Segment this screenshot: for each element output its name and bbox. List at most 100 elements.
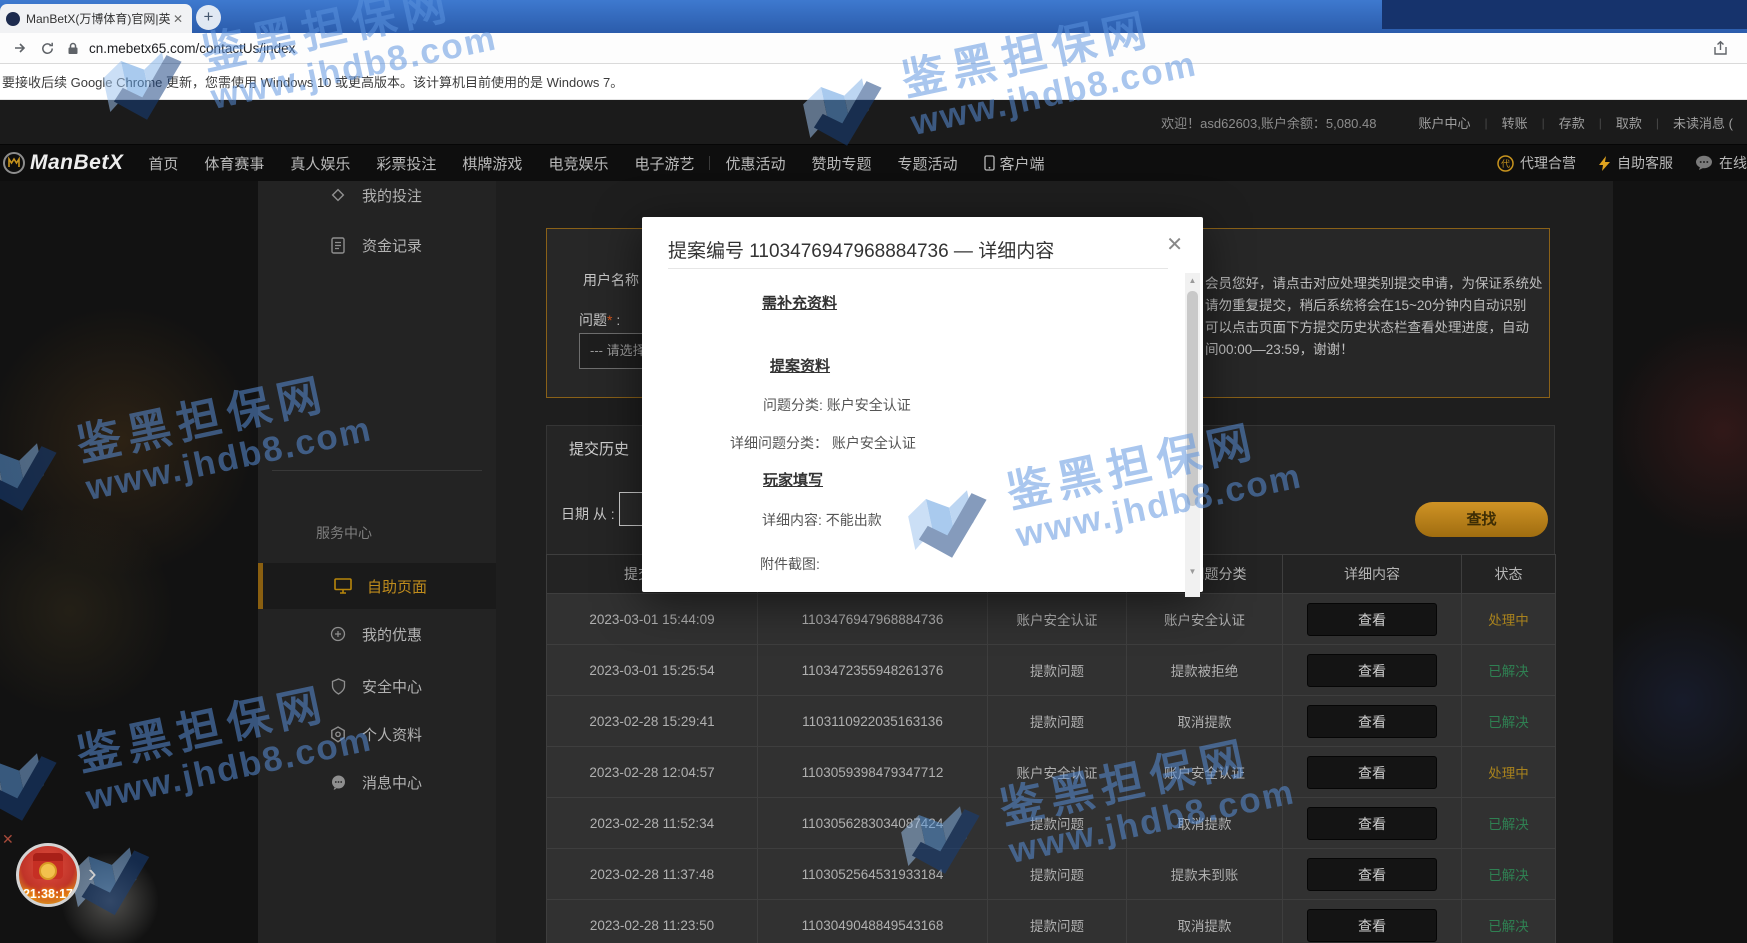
status-badge: 已解决 [1488,817,1529,832]
sidebar-item-label: 消息中心 [362,772,422,793]
promo-close-icon[interactable]: ✕ [2,831,14,848]
search-button[interactable]: 查找 [1415,502,1548,537]
red-envelope-promo-badge[interactable]: 21:38:17 [16,843,80,907]
nav-item[interactable]: 彩票投注 [363,153,449,174]
agent-icon: 代 [1497,155,1514,172]
nav-item[interactable]: 电竞娱乐 [535,153,621,174]
nav-item[interactable]: 首页 [135,153,191,174]
share-export-icon[interactable] [1712,40,1729,62]
nav-divider [709,156,710,170]
view-button[interactable]: 查看 [1307,705,1437,738]
sidebar-item-个人资料[interactable]: 个人资料 [258,711,496,757]
nav-item[interactable]: 专题活动 [885,153,971,174]
username-label: 用户名称 : [583,270,647,290]
nav-right-item[interactable]: 自助客服 [1598,153,1673,173]
nav-item[interactable]: 棋牌游戏 [449,153,535,174]
status-badge: 处理中 [1488,613,1529,628]
left-photo-strip [0,181,258,943]
cell-category: 提款问题 [988,798,1127,849]
modal-divider [668,268,1168,269]
padlock-icon[interactable] [67,42,79,55]
topbar-link[interactable]: 取款 [1602,113,1656,132]
cell-subcategory: 账户安全认证 [1127,594,1283,645]
scroll-down-icon[interactable]: ▼ [1185,564,1200,580]
status-badge: 已解决 [1488,664,1529,679]
sidebar-item-消息中心[interactable]: 消息中心 [258,759,496,805]
browser-tab[interactable]: ManBetX(万博体育)官网|英超狼 ✕ [0,4,192,33]
topbar-link[interactable]: 账户中心 [1404,113,1484,132]
modal-section-heading: 玩家填写 [763,469,823,490]
browser-tabstrip: ManBetX(万博体育)官网|英超狼 ✕ + [0,0,1747,33]
profile-icon [328,726,348,743]
topbar-link[interactable]: 未读消息 ( [1659,113,1747,132]
view-button[interactable]: 查看 [1307,858,1437,891]
nav-item[interactable]: 体育赛事 [191,153,277,174]
scrollbar-thumb[interactable] [1187,291,1198,506]
modal-field-line: 问题分类: 账户安全认证 [763,395,911,415]
nav-item[interactable]: 电子游艺 [621,153,707,174]
view-button[interactable]: 查看 [1307,654,1437,687]
manbetx-logo[interactable]: ManBetX [2,151,123,175]
lightning-icon [1598,155,1611,172]
screen: ManBetX(万博体育)官网|英超狼 ✕ + cn.mebetx65.com/… [0,0,1747,943]
sidebar-item-label: 个人资料 [362,724,422,745]
cell-time: 2023-02-28 11:23:50 [547,900,758,943]
sidebar-item-label: 自助页面 [367,576,427,597]
nav-item[interactable]: 赞助专题 [798,153,884,174]
cell-time: 2023-03-01 15:25:54 [547,645,758,696]
nav-item[interactable]: 客户端 [971,153,1058,174]
cell-time: 2023-02-28 11:52:34 [547,798,758,849]
logo-text: ManBetX [30,151,123,175]
sidebar-item-自助页面[interactable]: 自助页面 [258,563,496,609]
svg-text:代: 代 [1501,159,1510,169]
nav-right-item[interactable]: 代代理合营 [1497,153,1576,173]
table-header: 详细内容 [1283,555,1462,594]
message-icon [328,775,348,790]
reload-icon[interactable] [40,41,55,56]
cell-category: 账户安全认证 [988,594,1127,645]
modal-scrollbar[interactable]: ▲ ▼ [1185,273,1200,597]
topbar-link[interactable]: 存款 [1545,113,1599,132]
modal-field-line: 详细内容: 不能出款 [762,510,882,530]
info-text-line: 请勿重复提交，稍后系统将会在15~20分钟内自动识别 [1205,295,1553,317]
tab-title: ManBetX(万博体育)官网|英超狼 [26,10,170,27]
question-label: 问题* : [579,310,620,330]
gift-icon [328,626,348,642]
modal-section-heading: 提案资料 [770,355,830,376]
view-button[interactable]: 查看 [1307,807,1437,840]
info-text-line: 间00:00—23:59，谢谢！ [1205,339,1553,361]
nav-right-item[interactable]: 在线客服 [1695,153,1747,173]
forward-icon[interactable] [12,40,28,56]
cell-subcategory: 取消提款 [1127,900,1283,943]
nav-item[interactable]: 优惠活动 [712,153,798,174]
nav-item[interactable]: 真人娱乐 [277,153,363,174]
cell-category: 账户安全认证 [988,747,1127,798]
promo-expand-chevron-icon[interactable]: › [88,858,97,889]
url-text[interactable]: cn.mebetx65.com/contactUs/index [89,41,295,56]
modal-section-heading: 需补充资料 [762,292,837,313]
view-button[interactable]: 查看 [1307,909,1437,942]
scroll-up-icon[interactable]: ▲ [1185,273,1200,289]
cell-time: 2023-03-01 15:44:09 [547,594,758,645]
tab-submit-history[interactable]: 提交历史 [569,438,629,459]
cell-proposal-id: 1103110922035163136 [758,696,988,747]
view-button[interactable]: 查看 [1307,756,1437,789]
sidebar-item-安全中心[interactable]: 安全中心 [258,663,496,709]
status-badge: 已解决 [1488,868,1529,883]
chat-icon [1695,155,1713,171]
chrome-update-notice: 要接收后续 Google Chrome 更新，您需使用 Windows 10 或… [0,64,1747,100]
sidebar-item-我的优惠[interactable]: 我的优惠 [258,611,496,657]
tab-favicon-icon [6,12,20,26]
cell-category: 提款问题 [988,849,1127,900]
sidebar-item-label: 我的投注 [362,185,422,206]
tab-close-icon[interactable]: ✕ [170,12,186,26]
sidebar-item-label: 资金记录 [362,235,422,256]
new-tab-button[interactable]: + [196,5,221,30]
sidebar-item-资金记录[interactable]: 资金记录 [258,222,496,268]
topbar-link[interactable]: 转账 [1488,113,1542,132]
modal-close-icon[interactable]: ✕ [1166,232,1183,257]
view-button[interactable]: 查看 [1307,603,1437,636]
cell-subcategory: 取消提款 [1127,798,1283,849]
status-badge: 处理中 [1488,766,1529,781]
diamond-icon [328,187,348,203]
